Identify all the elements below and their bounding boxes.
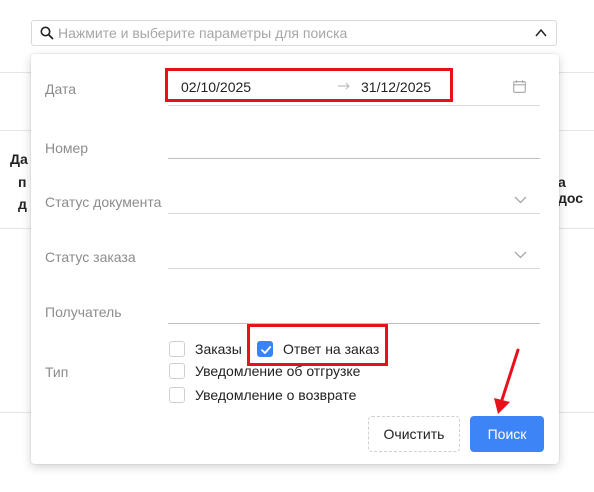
chevron-down-icon[interactable] (514, 196, 527, 204)
checkbox-orders[interactable]: Заказы (169, 341, 242, 357)
search-button[interactable]: Поиск (470, 416, 544, 452)
background-column-header: Да (10, 151, 28, 167)
annotation-arrow-icon (494, 348, 520, 414)
recipient-input[interactable] (168, 296, 540, 322)
checkbox-label: Заказы (195, 341, 242, 357)
order-status-select[interactable] (168, 241, 540, 267)
number-field-underline (168, 158, 540, 159)
type-label: Тип (45, 364, 69, 380)
checkbox[interactable] (169, 387, 185, 403)
type-highlight-annotation (247, 324, 388, 366)
checkbox-label: Уведомление об отгрузке (195, 363, 361, 379)
clear-button[interactable]: Очистить (368, 416, 460, 452)
number-label: Номер (45, 140, 89, 156)
checkbox-label: Уведомление о возврате (195, 387, 357, 403)
checkbox[interactable] (169, 363, 185, 379)
document-status-select[interactable] (168, 186, 540, 212)
checkbox-shipment-notice[interactable]: Уведомление об отгрузке (169, 363, 360, 379)
chevron-up-icon[interactable] (534, 26, 548, 40)
background-column-header: д (18, 196, 27, 212)
order-status-label: Статус заказа (45, 249, 136, 265)
recipient-label: Получатель (45, 304, 122, 320)
search-filters-panel: Дата 02/10/2025 31/12/2025 Номер Статус … (31, 54, 559, 464)
search-placeholder: Нажмите и выберите параметры для поиска (58, 25, 348, 41)
background-column-header: а дос (558, 174, 584, 206)
date-field-underline (168, 105, 540, 106)
checkbox[interactable] (169, 341, 185, 357)
background-column-header: п (18, 174, 27, 190)
date-highlight-annotation (165, 68, 453, 102)
document-status-underline (168, 213, 540, 214)
document-status-label: Статус документа (45, 194, 162, 210)
search-input[interactable]: Нажмите и выберите параметры для поиска (31, 20, 557, 46)
order-status-underline (168, 268, 540, 269)
calendar-icon[interactable] (513, 80, 526, 93)
search-icon (40, 26, 54, 40)
number-input[interactable] (168, 132, 540, 158)
checkbox-return-notice[interactable]: Уведомление о возврате (169, 387, 356, 403)
chevron-down-icon[interactable] (514, 251, 527, 259)
date-label: Дата (45, 81, 77, 97)
